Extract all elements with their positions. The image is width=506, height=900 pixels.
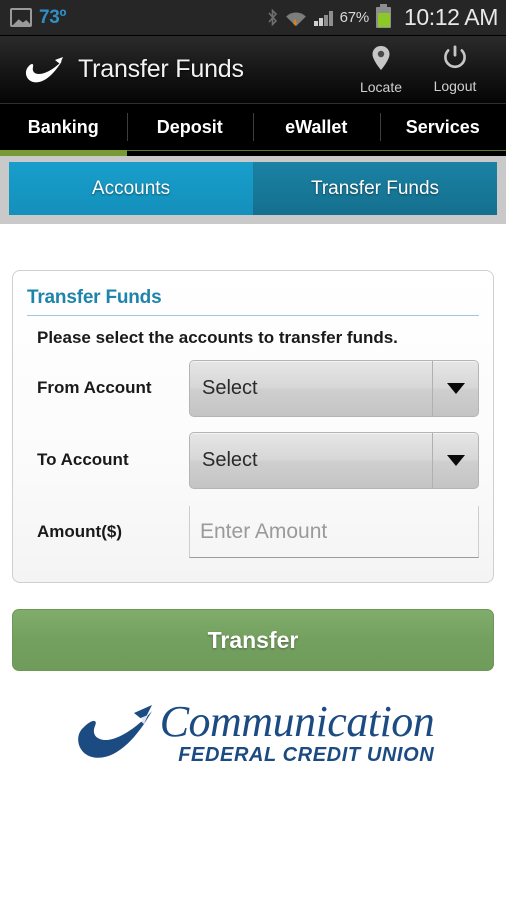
- transfer-button-label: Transfer: [207, 626, 299, 653]
- main-nav: Banking Deposit eWallet Services: [0, 104, 506, 150]
- chevron-down-icon: [432, 432, 478, 488]
- nav-label: Banking: [27, 116, 99, 137]
- tab-label: Transfer Funds: [310, 177, 440, 199]
- logout-button[interactable]: Logout: [418, 45, 492, 94]
- page-title: Transfer Funds: [78, 55, 244, 83]
- nav-active-indicator: [0, 150, 506, 156]
- tab-transfer-funds[interactable]: Transfer Funds: [253, 162, 497, 215]
- temperature-indicator: 73º: [39, 6, 67, 28]
- card-instruction: Please select the accounts to transfer f…: [37, 328, 398, 347]
- card-title: Transfer Funds: [27, 287, 479, 316]
- tab-label: Accounts: [91, 177, 171, 199]
- footer: Communication FEDERAL CREDIT UNION: [0, 697, 506, 767]
- nav-label: Services: [405, 116, 480, 137]
- nav-label: Deposit: [156, 116, 223, 137]
- transfer-funds-card: Transfer Funds Please select the account…: [12, 270, 494, 583]
- nav-item-ewallet[interactable]: eWallet: [253, 104, 380, 150]
- to-account-value: Select: [202, 448, 258, 471]
- clock-label: 10:12 AM: [404, 4, 498, 30]
- form-row-amount: Amount($) Enter Amount: [27, 496, 479, 568]
- status-bar: 73º 67% 10:12 AM: [0, 0, 506, 36]
- nav-indicator-rest: [253, 150, 380, 156]
- power-icon: [442, 45, 468, 77]
- sub-tab-bar: Accounts Transfer Funds: [0, 156, 506, 224]
- amount-input[interactable]: Enter Amount: [189, 506, 479, 558]
- nav-label: eWallet: [285, 116, 348, 137]
- bluetooth-icon: [267, 8, 278, 28]
- from-account-value: Select: [202, 376, 258, 399]
- swoosh-logo-icon: [72, 703, 158, 765]
- form-row-from-account: From Account Select: [27, 352, 479, 424]
- main-content: Transfer Funds Please select the account…: [0, 270, 506, 767]
- chevron-down-icon: [432, 360, 478, 416]
- battery-percent-label: 67%: [339, 9, 370, 26]
- credit-union-logo: Communication FEDERAL CREDIT UNION: [72, 697, 435, 767]
- tab-accounts[interactable]: Accounts: [9, 162, 253, 215]
- from-account-select[interactable]: Select: [189, 359, 479, 417]
- from-account-label: From Account: [37, 378, 152, 397]
- nav-indicator-banking: [0, 150, 127, 156]
- logout-label: Logout: [433, 78, 477, 94]
- signal-bars-icon: [314, 9, 333, 26]
- to-account-label: To Account: [37, 450, 129, 469]
- gallery-icon: [10, 8, 32, 27]
- swoosh-logo-icon: [22, 55, 66, 85]
- nav-item-deposit[interactable]: Deposit: [126, 104, 254, 150]
- wifi-icon: [285, 8, 307, 28]
- battery-icon: [376, 4, 392, 28]
- nav-indicator-rest: [126, 150, 253, 156]
- nav-indicator-rest: [379, 150, 506, 156]
- to-account-select[interactable]: Select: [189, 431, 479, 489]
- logo-text: Communication FEDERAL CREDIT UNION: [159, 697, 435, 767]
- map-pin-icon: [370, 45, 392, 78]
- status-bar-left: 73º: [10, 7, 66, 29]
- app-bar: Transfer Funds Locate Logout: [0, 36, 506, 104]
- logo-word: Communication: [159, 697, 435, 746]
- nav-item-banking[interactable]: Banking: [0, 104, 127, 150]
- locate-button[interactable]: Locate: [344, 45, 418, 95]
- locate-label: Locate: [359, 78, 403, 95]
- form-row-to-account: To Account Select: [27, 424, 479, 496]
- status-bar-right: 67% 10:12 AM: [267, 4, 498, 31]
- amount-label: Amount($): [37, 522, 122, 541]
- logo-subtitle: FEDERAL CREDIT UNION: [178, 743, 435, 766]
- transfer-button[interactable]: Transfer: [12, 609, 494, 671]
- nav-item-services[interactable]: Services: [379, 104, 506, 150]
